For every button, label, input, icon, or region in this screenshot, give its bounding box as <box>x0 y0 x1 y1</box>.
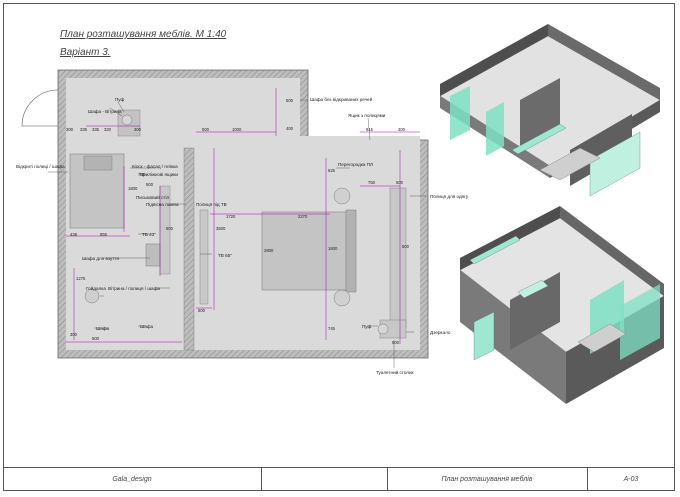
label-kiosk: Кіоск - фасад / плівка <box>132 164 178 169</box>
label-swing-chair: Гойдалка <box>86 285 106 291</box>
label-shelf-left: Шафа <box>96 326 110 331</box>
floor-plan: 335 335 320 300 500 1000 915 400 500 400… <box>16 69 469 375</box>
double-bed <box>261 211 351 291</box>
dim-text: 745 <box>328 326 336 331</box>
label-desk-lamp: Підвісна лампа <box>146 202 179 207</box>
title-block-sheet-name: План розташування меблів <box>441 476 533 483</box>
drawing-canvas: 335 335 320 300 500 1000 915 400 500 400… <box>16 24 665 404</box>
entry-door-swing <box>21 89 59 127</box>
dim-text: 500 <box>286 98 294 103</box>
label-open-shelves: Відкриті полиці / шафа <box>16 164 65 169</box>
label-partition: Перегородка ПЛ <box>338 162 373 167</box>
label-pouf: Пуф <box>115 97 125 102</box>
dim-text: 1800 <box>328 246 338 251</box>
dim-text: 1275 <box>76 276 86 281</box>
label-bookshelf: Ящик з полицями <box>348 113 386 118</box>
dim-text: 335 <box>92 127 100 132</box>
dim-text: 2800 <box>264 248 274 253</box>
wardrobe-right <box>389 187 407 329</box>
tv-unit <box>199 209 209 305</box>
title-block-sheet-code: А-03 <box>623 476 639 483</box>
dim-text: 300 <box>70 332 78 337</box>
label-clothes-shelf: Полиця для одягу <box>430 194 469 199</box>
pouf-circle <box>121 114 133 126</box>
bedside-lamp-top <box>333 187 351 205</box>
label-desk: Письмовий стіл <box>136 194 170 200</box>
isometric-view-bottom <box>459 206 665 404</box>
corridor-floor <box>66 136 420 150</box>
dim-text: 500 <box>202 127 210 132</box>
swing-chair-circle <box>84 288 100 304</box>
pouf2-circle <box>377 323 389 335</box>
dim-text: 855 <box>100 232 108 237</box>
label-shelf-tv: Полиця під ТВ <box>196 202 227 207</box>
label-wardrobe-hinged: Шафа - Вітрина <box>88 109 122 114</box>
dim-text: 400 <box>398 127 406 132</box>
dim-text: 500 <box>198 308 206 313</box>
dim-text: 500 <box>402 244 410 249</box>
title-block: Gala_design План розташування меблів А-0… <box>3 467 675 491</box>
label-wardrobe-open: Шафа без відкриваних речей <box>310 96 373 102</box>
dim-text: 320 <box>104 127 112 132</box>
dim-text: 400 <box>286 126 294 131</box>
dim-text: 3500 <box>216 226 226 231</box>
title-block-divider <box>261 468 262 491</box>
label-pouf2: Пуф <box>362 324 372 329</box>
dim-text: 1000 <box>232 127 242 132</box>
label-tv1: ТВ 43" <box>142 232 156 237</box>
label-toilet-table: Туалетний столик <box>376 369 415 375</box>
isometric-view-top <box>439 24 661 197</box>
bed-pillow <box>83 155 113 171</box>
title-block-author: Gala_design <box>112 476 152 483</box>
dim-text: 500 <box>92 336 100 341</box>
label-mirror: Дзеркало <box>430 330 451 335</box>
dim-text: 600 <box>166 226 174 231</box>
dim-text: 438 <box>70 232 78 237</box>
label-tv2: ТВ 65" <box>218 253 232 258</box>
desk-chair <box>145 243 161 267</box>
dim-text: 500 <box>146 182 154 187</box>
label-shelf-right: Шафа <box>140 324 154 329</box>
dim-text: 2270 <box>298 214 308 219</box>
dim-text: 500 <box>396 180 404 185</box>
dim-text: 1800 <box>128 186 138 191</box>
dim-text: 300 <box>134 127 142 132</box>
dim-text: 750 <box>368 180 376 185</box>
dim-text: 1720 <box>226 214 236 219</box>
label-shoe-rack: Шафа для взуття <box>82 256 119 261</box>
label-bedside: Приліжкові ящики <box>140 172 178 177</box>
partition-wall <box>183 147 195 351</box>
dim-text: 500 <box>392 340 400 345</box>
dim-text: 915 <box>366 127 374 132</box>
dim-text: 625 <box>328 168 336 173</box>
headboard <box>345 209 357 293</box>
bedside-lamp-bottom <box>333 289 351 307</box>
label-dresser: Вітрина / полиця / шафа <box>108 286 160 291</box>
dim-text: 300 <box>66 127 74 132</box>
dim-text: 335 <box>80 127 88 132</box>
